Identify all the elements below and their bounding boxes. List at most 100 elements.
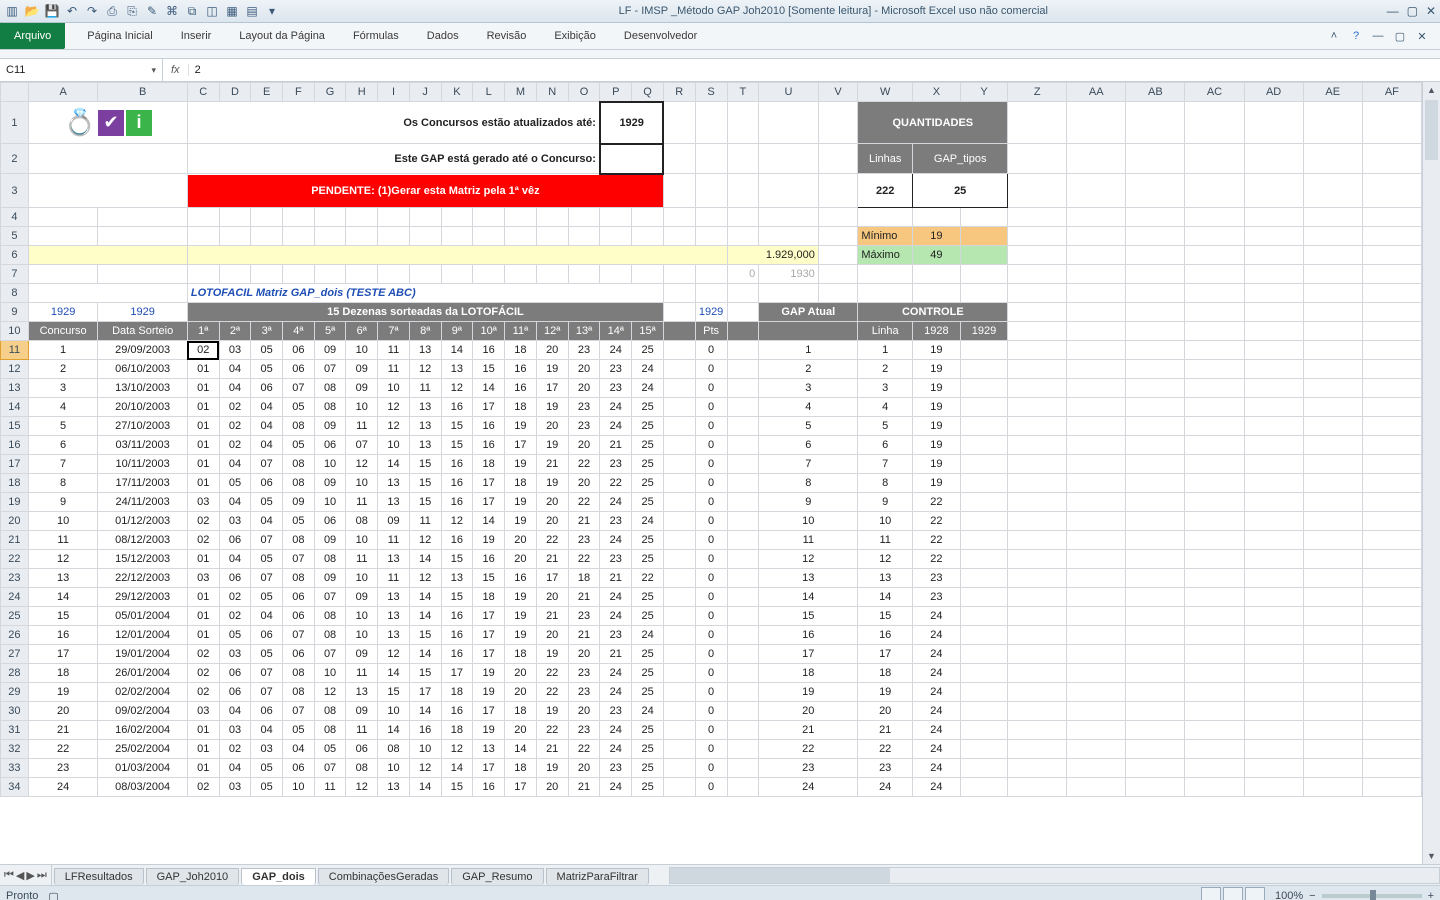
cell-dezena[interactable]: 06 [219, 683, 251, 702]
cell-dezena[interactable]: 08 [314, 550, 346, 569]
cell-dezena[interactable]: 25 [632, 493, 664, 512]
cell-dezena[interactable]: 03 [219, 778, 251, 797]
cell[interactable] [1362, 360, 1421, 379]
cell-dezena[interactable]: 23 [568, 607, 600, 626]
cell[interactable] [1303, 265, 1362, 284]
cell[interactable] [727, 778, 759, 797]
cell[interactable] [1185, 645, 1244, 664]
cell[interactable] [28, 284, 187, 303]
cell[interactable] [727, 607, 759, 626]
cell-dezena[interactable]: 01 [187, 740, 219, 759]
cell-dezena[interactable]: 07 [314, 360, 346, 379]
cell[interactable] [727, 702, 759, 721]
prev-sheet-icon[interactable]: ◀ [16, 869, 24, 882]
col-header[interactable]: L [473, 83, 505, 102]
cell-dezena[interactable]: 05 [283, 721, 315, 740]
cell-dezena[interactable]: 20 [568, 360, 600, 379]
cell[interactable] [1303, 493, 1362, 512]
row-header[interactable]: 5 [1, 227, 29, 246]
cell-dezena[interactable]: 03 [251, 740, 283, 759]
cell-dezena[interactable]: 10 [409, 740, 441, 759]
cell[interactable] [695, 265, 727, 284]
row-header[interactable]: 22 [1, 550, 29, 569]
cell-linha[interactable]: 5 [858, 417, 913, 436]
zoom-control[interactable]: 100% − + [1275, 890, 1434, 900]
cell-dezena[interactable]: 03 [219, 512, 251, 531]
cell-dezena[interactable]: 12 [409, 759, 441, 778]
cell[interactable] [727, 398, 759, 417]
cell[interactable] [1008, 683, 1067, 702]
cell-dezena[interactable]: 04 [219, 550, 251, 569]
cell[interactable] [1008, 474, 1067, 493]
tab-review[interactable]: Revisão [473, 23, 541, 49]
cell[interactable] [1362, 531, 1421, 550]
cell-dezena[interactable]: 12 [378, 398, 410, 417]
row-header[interactable]: 14 [1, 398, 29, 417]
cell[interactable] [187, 227, 219, 246]
cell-dezena[interactable]: 10 [378, 759, 410, 778]
cell-dezena[interactable]: 19 [505, 493, 537, 512]
cell[interactable] [818, 174, 858, 208]
col-header[interactable]: AA [1067, 83, 1126, 102]
cell-pts[interactable]: 0 [695, 588, 727, 607]
cell-dezena[interactable]: 15 [378, 683, 410, 702]
cell[interactable] [1126, 721, 1185, 740]
cell-concurso[interactable]: 15 [28, 607, 98, 626]
cell[interactable] [1126, 778, 1185, 797]
cell-dezena[interactable]: 19 [505, 607, 537, 626]
cell-data[interactable]: 10/11/2003 [98, 455, 187, 474]
cell[interactable] [818, 284, 858, 303]
cell[interactable] [1244, 702, 1303, 721]
cell-dezena[interactable]: 06 [251, 702, 283, 721]
row-header[interactable]: 33 [1, 759, 29, 778]
cell[interactable] [378, 227, 410, 246]
cell-dezena[interactable]: 06 [251, 474, 283, 493]
cell[interactable] [473, 265, 505, 284]
cell[interactable] [1185, 322, 1244, 341]
cell[interactable] [727, 208, 759, 227]
cell-concurso[interactable]: 2 [28, 360, 98, 379]
cell[interactable] [1303, 759, 1362, 778]
cell-dezena[interactable]: 05 [251, 778, 283, 797]
cell[interactable] [1185, 512, 1244, 531]
cell[interactable] [409, 265, 441, 284]
cell-dezena[interactable]: 11 [409, 379, 441, 398]
cell-dezena[interactable]: 17 [473, 474, 505, 493]
cell-dezena[interactable]: 23 [568, 417, 600, 436]
cell[interactable] [1008, 702, 1067, 721]
cell-linha[interactable]: 7 [858, 455, 913, 474]
cell-linha[interactable]: 19 [858, 683, 913, 702]
cell[interactable] [1067, 474, 1126, 493]
cell-dezena[interactable]: 02 [187, 778, 219, 797]
cell[interactable] [1067, 740, 1126, 759]
cell[interactable] [727, 512, 759, 531]
col-header[interactable]: AE [1303, 83, 1362, 102]
cell-concurso[interactable]: 10 [28, 512, 98, 531]
cell[interactable] [818, 265, 858, 284]
cell-dezena[interactable]: 16 [505, 360, 537, 379]
cell-dezena[interactable]: 24 [632, 360, 664, 379]
cell-dezena[interactable]: 14 [409, 645, 441, 664]
cell-dezena[interactable]: 19 [536, 360, 568, 379]
cell[interactable] [1067, 417, 1126, 436]
cell[interactable] [960, 645, 1008, 664]
tab-home[interactable]: Página Inicial [73, 23, 166, 49]
cell-dezena[interactable]: 06 [219, 664, 251, 683]
cell[interactable] [441, 208, 473, 227]
cell[interactable] [1185, 144, 1244, 174]
cell[interactable] [1303, 474, 1362, 493]
col-header[interactable]: X [913, 83, 961, 102]
cell[interactable] [1362, 493, 1421, 512]
cell-dezena[interactable]: 06 [283, 341, 315, 360]
cell-gap[interactable]: 20 [759, 702, 858, 721]
cell-dezena[interactable]: 01 [187, 474, 219, 493]
sheet-tab[interactable]: GAP_Resumo [451, 868, 543, 885]
cell[interactable] [1303, 102, 1362, 144]
cell[interactable] [1008, 569, 1067, 588]
cell[interactable] [1126, 588, 1185, 607]
cell-dezena[interactable]: 05 [283, 512, 315, 531]
cell-pts[interactable]: 0 [695, 398, 727, 417]
cell-dezena[interactable]: 19 [473, 721, 505, 740]
cell-dezena[interactable]: 19 [536, 436, 568, 455]
tab-formulas[interactable]: Fórmulas [339, 23, 413, 49]
